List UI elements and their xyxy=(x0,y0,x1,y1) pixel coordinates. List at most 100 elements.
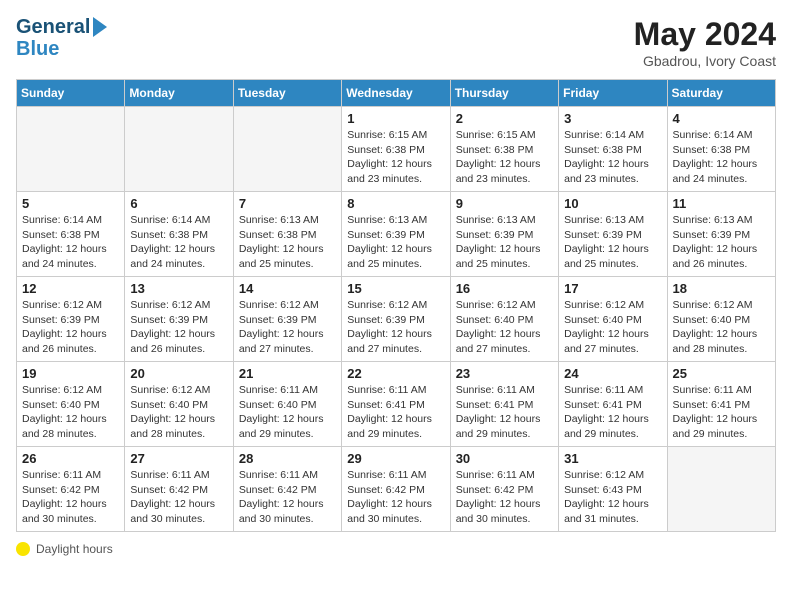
day-info: Sunrise: 6:13 AM Sunset: 6:38 PM Dayligh… xyxy=(239,213,336,272)
day-number: 15 xyxy=(347,281,444,296)
day-number: 19 xyxy=(22,366,119,381)
page-header: General Blue May 2024 Gbadrou, Ivory Coa… xyxy=(16,16,776,69)
calendar-cell: 15Sunrise: 6:12 AM Sunset: 6:39 PM Dayli… xyxy=(342,277,450,362)
day-info: Sunrise: 6:11 AM Sunset: 6:41 PM Dayligh… xyxy=(564,383,661,442)
day-number: 23 xyxy=(456,366,553,381)
day-info: Sunrise: 6:12 AM Sunset: 6:40 PM Dayligh… xyxy=(130,383,227,442)
calendar-cell: 14 Sunrise: 6:12 AM Sunset: 6:39 PM Dayli… xyxy=(233,277,341,362)
daylight-icon xyxy=(16,542,30,556)
calendar-cell xyxy=(667,447,775,532)
day-info: Sunrise: 6:12 AM Sunset: 6:43 PM Dayligh… xyxy=(564,468,661,527)
calendar-cell: 2 Sunrise: 6:15 AM Sunset: 6:38 PM Daylig… xyxy=(450,107,558,192)
calendar-cell: 17 Sunrise: 6:12 AM Sunset: 6:40 PM Dayli… xyxy=(559,277,667,362)
day-info: Sunrise: 6:14 AM Sunset: 6:38 PM Dayligh… xyxy=(564,128,661,187)
day-number: 27 xyxy=(130,451,227,466)
day-header-thursday: Thursday xyxy=(450,80,558,107)
day-number: 20 xyxy=(130,366,227,381)
calendar-header-row: SundayMondayTuesdayWednesdayThursdayFrid… xyxy=(17,80,776,107)
week-row-5: 26 Sunrise: 6:11 AM Sunset: 6:42 PM Dayli… xyxy=(17,447,776,532)
calendar-cell: 8 Sunrise: 6:13 AM Sunset: 6:39 PM Daylig… xyxy=(342,192,450,277)
calendar-cell: 22 Sunrise: 6:11 AM Sunset: 6:41 PM Dayli… xyxy=(342,362,450,447)
calendar-cell: 9 Sunrise: 6:13 AM Sunset: 6:39 PM Daylig… xyxy=(450,192,558,277)
day-info: Sunrise: 6:14 AM Sunset: 6:38 PM Dayligh… xyxy=(130,213,227,272)
calendar-cell: 20 Sunrise: 6:12 AM Sunset: 6:40 PM Dayli… xyxy=(125,362,233,447)
calendar-cell: 24 Sunrise: 6:11 AM Sunset: 6:41 PM Dayli… xyxy=(559,362,667,447)
day-number: 8 xyxy=(347,196,444,211)
day-number: 22 xyxy=(347,366,444,381)
logo: General Blue xyxy=(16,16,107,60)
week-row-1: 1 Sunrise: 6:15 AM Sunset: 6:38 PM Daylig… xyxy=(17,107,776,192)
day-info: Sunrise: 6:11 AM Sunset: 6:41 PM Dayligh… xyxy=(347,383,444,442)
day-info: Sunrise: 6:13 AM Sunset: 6:39 PM Dayligh… xyxy=(347,213,444,272)
day-number: 7 xyxy=(239,196,336,211)
day-header-saturday: Saturday xyxy=(667,80,775,107)
day-number: 29 xyxy=(347,451,444,466)
calendar-cell: 7 Sunrise: 6:13 AM Sunset: 6:38 PM Daylig… xyxy=(233,192,341,277)
week-row-4: 19 Sunrise: 6:12 AM Sunset: 6:40 PM Dayli… xyxy=(17,362,776,447)
day-number: 6 xyxy=(130,196,227,211)
day-number: 2 xyxy=(456,111,553,126)
day-number: 11 xyxy=(673,196,770,211)
day-number: 14 xyxy=(239,281,336,296)
logo-text-blue: Blue xyxy=(16,38,107,60)
day-header-sunday: Sunday xyxy=(17,80,125,107)
logo-text-general: General xyxy=(16,16,90,38)
title-block: May 2024 Gbadrou, Ivory Coast xyxy=(634,16,776,69)
day-number: 17 xyxy=(564,281,661,296)
calendar-cell: 18Sunrise: 6:12 AM Sunset: 6:40 PM Dayli… xyxy=(667,277,775,362)
day-number: 24 xyxy=(564,366,661,381)
day-number: 3 xyxy=(564,111,661,126)
calendar-cell: 26 Sunrise: 6:11 AM Sunset: 6:42 PM Dayli… xyxy=(17,447,125,532)
day-number: 1 xyxy=(347,111,444,126)
day-info: Sunrise: 6:11 AM Sunset: 6:42 PM Dayligh… xyxy=(456,468,553,527)
day-info: Sunrise: 6:12 AM Sunset: 6:39 PM Dayligh… xyxy=(239,298,336,357)
day-info: Sunrise: 6:15 AM Sunset: 6:38 PM Dayligh… xyxy=(347,128,444,187)
day-info: Sunrise: 6:11 AM Sunset: 6:42 PM Dayligh… xyxy=(347,468,444,527)
day-number: 12 xyxy=(22,281,119,296)
day-info: Sunrise: 6:12 AM Sunset: 6:40 PM Dayligh… xyxy=(564,298,661,357)
day-info: Sunrise: 6:11 AM Sunset: 6:41 PM Dayligh… xyxy=(673,383,770,442)
day-info: Sunrise: 6:12 AM Sunset: 6:40 PM Dayligh… xyxy=(673,298,770,357)
calendar-cell xyxy=(125,107,233,192)
day-header-monday: Monday xyxy=(125,80,233,107)
day-info: Sunrise: 6:15 AM Sunset: 6:38 PM Dayligh… xyxy=(456,128,553,187)
day-info: Sunrise: 6:12 AM Sunset: 6:40 PM Dayligh… xyxy=(22,383,119,442)
calendar-subtitle: Gbadrou, Ivory Coast xyxy=(634,53,776,69)
calendar-cell: 12 Sunrise: 6:12 AM Sunset: 6:39 PM Dayli… xyxy=(17,277,125,362)
legend: Daylight hours xyxy=(16,542,776,556)
day-info: Sunrise: 6:13 AM Sunset: 6:39 PM Dayligh… xyxy=(456,213,553,272)
calendar-cell: 6 Sunrise: 6:14 AM Sunset: 6:38 PM Daylig… xyxy=(125,192,233,277)
calendar-cell: 10 Sunrise: 6:13 AM Sunset: 6:39 PM Dayli… xyxy=(559,192,667,277)
calendar-cell: 3 Sunrise: 6:14 AM Sunset: 6:38 PM Daylig… xyxy=(559,107,667,192)
day-info: Sunrise: 6:13 AM Sunset: 6:39 PM Dayligh… xyxy=(564,213,661,272)
day-info: Sunrise: 6:11 AM Sunset: 6:41 PM Dayligh… xyxy=(456,383,553,442)
day-info: Sunrise: 6:12 AM Sunset: 6:39 PM Dayligh… xyxy=(130,298,227,357)
logo-arrow-icon xyxy=(93,17,107,37)
day-number: 31 xyxy=(564,451,661,466)
calendar-cell: 11Sunrise: 6:13 AM Sunset: 6:39 PM Dayli… xyxy=(667,192,775,277)
day-info: Sunrise: 6:14 AM Sunset: 6:38 PM Dayligh… xyxy=(22,213,119,272)
day-info: Sunrise: 6:11 AM Sunset: 6:40 PM Dayligh… xyxy=(239,383,336,442)
legend-text: Daylight hours xyxy=(36,542,113,556)
calendar-cell: 1 Sunrise: 6:15 AM Sunset: 6:38 PM Daylig… xyxy=(342,107,450,192)
day-number: 10 xyxy=(564,196,661,211)
day-number: 30 xyxy=(456,451,553,466)
day-number: 21 xyxy=(239,366,336,381)
calendar-cell: 23 Sunrise: 6:11 AM Sunset: 6:41 PM Dayli… xyxy=(450,362,558,447)
day-number: 26 xyxy=(22,451,119,466)
day-info: Sunrise: 6:11 AM Sunset: 6:42 PM Dayligh… xyxy=(22,468,119,527)
day-info: Sunrise: 6:14 AM Sunset: 6:38 PM Dayligh… xyxy=(673,128,770,187)
day-info: Sunrise: 6:12 AM Sunset: 6:39 PM Dayligh… xyxy=(22,298,119,357)
day-number: 4 xyxy=(673,111,770,126)
day-info: Sunrise: 6:11 AM Sunset: 6:42 PM Dayligh… xyxy=(239,468,336,527)
calendar-cell xyxy=(17,107,125,192)
day-number: 13 xyxy=(130,281,227,296)
day-number: 28 xyxy=(239,451,336,466)
day-header-friday: Friday xyxy=(559,80,667,107)
day-number: 9 xyxy=(456,196,553,211)
calendar-cell: 19 Sunrise: 6:12 AM Sunset: 6:40 PM Dayli… xyxy=(17,362,125,447)
calendar-cell: 4 Sunrise: 6:14 AM Sunset: 6:38 PM Daylig… xyxy=(667,107,775,192)
calendar-cell xyxy=(233,107,341,192)
day-header-tuesday: Tuesday xyxy=(233,80,341,107)
calendar-cell: 28 Sunrise: 6:11 AM Sunset: 6:42 PM Dayli… xyxy=(233,447,341,532)
